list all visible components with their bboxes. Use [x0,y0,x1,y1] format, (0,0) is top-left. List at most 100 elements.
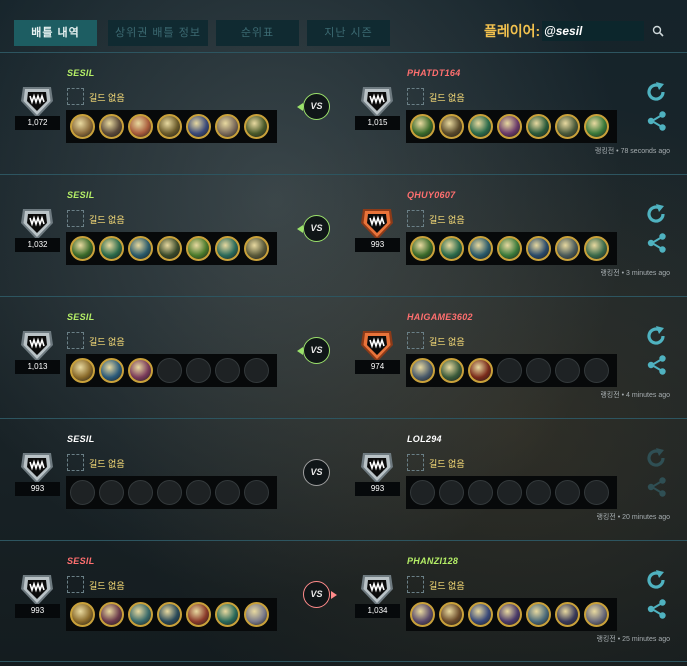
champion-portrait-icon[interactable] [128,236,153,261]
left-player: 1,032 SESIL 길드 없음 [15,188,295,288]
player-name[interactable]: PHANZI128 [407,556,458,566]
champion-portrait-icon[interactable] [555,236,580,261]
tab-past-season[interactable]: 지난 시즌 [307,20,390,46]
champion-portrait-icon[interactable] [497,114,522,139]
champion-portrait-icon[interactable] [157,236,182,261]
champion-portrait-icon[interactable] [244,236,269,261]
replay-icon[interactable] [644,568,668,592]
empty-slot [244,358,269,383]
player-name[interactable]: SESIL [67,312,95,322]
guild-name: 길드 없음 [89,459,125,469]
player-name[interactable]: HAIGAME3602 [407,312,473,322]
champion-portrait-icon[interactable] [584,236,609,261]
winner-arrow-icon [297,103,303,111]
champion-portrait-icon[interactable] [584,602,609,627]
right-player: 993 LOL294 길드 없음 [355,432,635,532]
rating: 1,015 [355,116,400,130]
search-icon[interactable] [652,25,664,37]
champion-portrait-icon[interactable] [439,602,464,627]
champion-portrait-icon[interactable] [526,236,551,261]
player-search-input[interactable]: @sesil [542,21,644,41]
champion-portrait-icon[interactable] [555,114,580,139]
champion-portrait-icon[interactable] [468,114,493,139]
champion-portrait-icon[interactable] [244,114,269,139]
champion-portrait-icon[interactable] [128,114,153,139]
player-name[interactable]: PHATDT164 [407,68,461,78]
champion-portrait-icon[interactable] [584,114,609,139]
champion-portrait-icon[interactable] [99,602,124,627]
champion-portrait-icon[interactable] [128,358,153,383]
champion-portrait-icon[interactable] [215,114,240,139]
champion-portrait-icon[interactable] [468,602,493,627]
champion-portrait-icon[interactable] [439,358,464,383]
replay-icon[interactable] [644,80,668,104]
champion-portrait-icon[interactable] [244,602,269,627]
player-name[interactable]: QHUY0607 [407,190,455,200]
champion-portrait-icon[interactable] [410,602,435,627]
champion-portrait-icon[interactable] [186,602,211,627]
player-name[interactable]: LOL294 [407,434,442,444]
empty-slot [555,358,580,383]
empty-slot [410,480,435,505]
champion-portrait-icon[interactable] [215,236,240,261]
replay-icon[interactable] [644,446,668,470]
replay-icon[interactable] [644,202,668,226]
champion-portrait-icon[interactable] [215,602,240,627]
champion-portrait-icon[interactable] [526,114,551,139]
guild-name: 길드 없음 [429,93,465,103]
champion-portrait-icon[interactable] [99,114,124,139]
tab-leaderboard[interactable]: 순위표 [216,20,299,46]
share-icon[interactable] [646,476,668,498]
champion-portrait-icon[interactable] [186,236,211,261]
champion-portrait-icon[interactable] [70,602,95,627]
champion-portrait-icon[interactable] [70,114,95,139]
champion-portrait-icon[interactable] [99,358,124,383]
champion-portrait-icon[interactable] [410,236,435,261]
champion-portrait-icon[interactable] [186,114,211,139]
empty-slot [526,480,551,505]
champion-portrait-icon[interactable] [555,602,580,627]
champion-portrait-icon[interactable] [497,602,522,627]
team-lineup [66,232,277,265]
champion-portrait-icon[interactable] [157,114,182,139]
player-name[interactable]: SESIL [67,556,95,566]
champion-portrait-icon[interactable] [70,236,95,261]
winner-arrow-icon [297,225,303,233]
tab-battle-history[interactable]: 배틀 내역 [14,20,97,46]
replay-icon[interactable] [644,324,668,348]
tab-top-battles[interactable]: 상위권 배틀 정보 [108,20,208,46]
share-icon[interactable] [646,110,668,132]
rank-shield-icon [357,325,397,365]
champion-portrait-icon[interactable] [468,358,493,383]
empty-slot [215,358,240,383]
guild-emblem-icon [407,454,424,471]
champion-portrait-icon[interactable] [157,602,182,627]
champion-portrait-icon[interactable] [468,236,493,261]
champion-portrait-icon[interactable] [439,236,464,261]
empty-slot [555,480,580,505]
empty-slot [584,480,609,505]
share-icon[interactable] [646,598,668,620]
champion-portrait-icon[interactable] [99,236,124,261]
rank-shield-icon [17,81,57,121]
team-lineup [406,354,617,387]
champion-portrait-icon[interactable] [439,114,464,139]
champion-portrait-icon[interactable] [497,236,522,261]
champion-portrait-icon[interactable] [128,602,153,627]
champion-portrait-icon[interactable] [410,358,435,383]
battle-row: 1,072 SESIL 길드 없음 1,015 PHATDT164 길드 없음 VS 랭킹… [0,52,687,174]
player-name[interactable]: SESIL [67,434,95,444]
player-name[interactable]: SESIL [67,68,95,78]
guild-emblem-icon [67,210,84,227]
empty-slot [186,358,211,383]
team-lineup [406,476,617,509]
player-name[interactable]: SESIL [67,190,95,200]
champion-portrait-icon[interactable] [410,114,435,139]
share-icon[interactable] [646,232,668,254]
team-lineup [66,354,277,387]
team-lineup [66,598,277,631]
champion-portrait-icon[interactable] [526,602,551,627]
empty-slot [497,480,522,505]
share-icon[interactable] [646,354,668,376]
champion-portrait-icon[interactable] [70,358,95,383]
